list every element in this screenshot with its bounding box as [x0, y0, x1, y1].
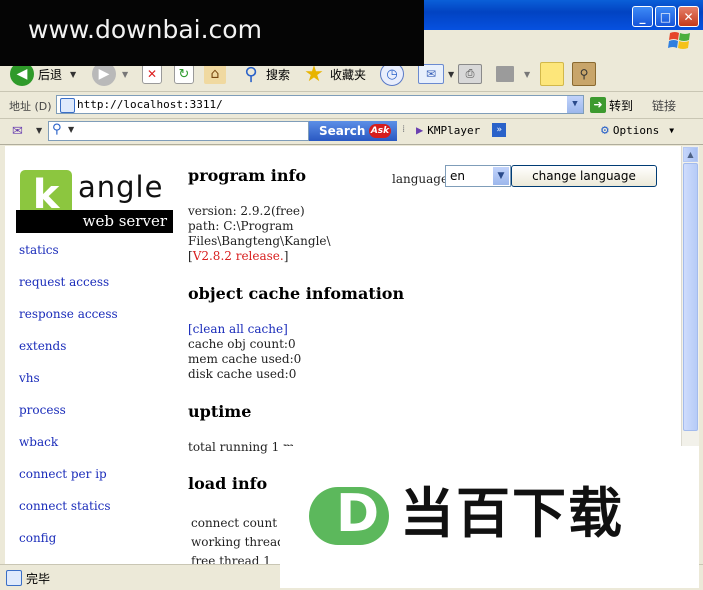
kangle-logo: k angle web server — [16, 166, 173, 233]
research-icon: ⚲ — [572, 62, 596, 86]
mail-dropdown-icon: ▼ — [448, 69, 455, 79]
scroll-up-icon[interactable]: ▲ — [683, 147, 698, 162]
toolbar-separator-icon: ⁞ — [402, 124, 406, 135]
kmplayer-button[interactable]: ▶ KMPlayer » — [416, 123, 507, 137]
printer-icon: ⎙ — [458, 64, 482, 84]
options-dropdown-icon: ▼ — [669, 126, 675, 135]
note-icon — [540, 62, 564, 86]
back-label: 后退 — [38, 67, 63, 82]
nav-response-access[interactable]: response access — [19, 307, 118, 321]
toolbar-messenger-icon[interactable]: ✉ — [12, 124, 23, 139]
toolbar-search-input[interactable]: ⚲ ▼ — [48, 121, 309, 141]
release-bracket-close: ] — [283, 249, 289, 263]
ask-logo-icon: Ask — [369, 124, 391, 138]
refresh-icon: ↻ — [174, 64, 194, 84]
maximize-button[interactable]: □ — [655, 6, 676, 27]
home-icon: ⌂ — [204, 64, 226, 84]
nav-config[interactable]: config — [19, 531, 56, 545]
watermark-logo: D 当百下载 — [280, 446, 699, 588]
links-button[interactable]: 链接 — [652, 97, 676, 114]
close-button[interactable]: ✕ — [678, 6, 699, 27]
minimize-button[interactable]: _ — [632, 6, 653, 27]
logo-wordmark: angle — [78, 170, 164, 204]
search-toolbar: ✉ ▼ ⚲ ▼ Search Ask ⁞ ▶ KMPlayer » ⚙ Opti… — [0, 119, 703, 145]
nav-connect-statics[interactable]: connect statics — [19, 499, 111, 513]
edit-icon — [496, 66, 514, 82]
kmplayer-icon: ▶ — [416, 123, 424, 137]
gear-icon: ⚙ — [601, 123, 609, 138]
cache-obj-count: cache obj count:0 — [188, 337, 296, 351]
go-label: 转到 — [609, 98, 634, 113]
search-input-dropdown-icon[interactable]: ▼ — [68, 125, 74, 134]
search-input-magnifier-icon: ⚲ — [52, 122, 62, 137]
nav-extends[interactable]: extends — [19, 339, 66, 353]
language-select[interactable]: en ▼ — [445, 165, 511, 187]
back-dropdown-icon: ▼ — [70, 69, 77, 79]
address-url: http://localhost:3311/ — [77, 98, 223, 111]
search-label: 搜索 — [266, 67, 291, 82]
address-bar: 地址 (D) http://localhost:3311/ ▼ ➜ 转到 链接 — [0, 92, 703, 119]
logo-subtitle-bar: web server — [16, 210, 173, 233]
toolbar-dropdown-icon[interactable]: ▼ — [36, 126, 42, 135]
nav-connect-per-ip[interactable]: connect per ip — [19, 467, 107, 481]
go-button[interactable]: ➜ 转到 — [590, 95, 633, 115]
path-text-line2: Files\Bangteng\Kangle\ — [188, 234, 331, 248]
release-link[interactable]: V2.8.2 release. — [193, 249, 284, 263]
release-info: [V2.8.2 release.] — [188, 249, 288, 264]
windows-logo-icon — [668, 32, 690, 49]
options-button[interactable]: ⚙ Options ▼ — [601, 123, 674, 138]
language-selected: en — [450, 169, 465, 183]
status-page-icon — [6, 570, 22, 586]
browser-window: _ □ ✕ www.downbai.com ◀ 后退 ▼ ▶ ▼ ✕ ↻ ⌂ ⚲… — [0, 0, 703, 590]
edit-dropdown-icon: ▼ — [524, 69, 531, 79]
scrollbar-thumb[interactable] — [683, 163, 698, 431]
toolbar-search-button[interactable]: Search Ask — [309, 121, 397, 141]
path-text-line1: path: C:\Program — [188, 219, 294, 233]
stop-icon: ✕ — [142, 64, 162, 84]
search-magnifier-icon: ⚲ — [244, 63, 258, 85]
page-icon — [60, 98, 75, 113]
nav-vhs[interactable]: vhs — [19, 371, 40, 385]
logo-subtitle: web server — [82, 212, 167, 230]
load-row: free thread 1 — [191, 554, 271, 564]
options-label: Options — [612, 124, 660, 137]
nav-process[interactable]: process — [19, 403, 66, 417]
go-arrow-icon: ➜ — [590, 97, 606, 113]
address-label: 地址 (D) — [9, 100, 52, 113]
research-button[interactable]: ⚲ — [572, 61, 596, 87]
notes-button[interactable] — [540, 61, 564, 87]
uptime-text: total running 1 m — [188, 440, 295, 454]
version-text: version: 2.9.2(free) — [188, 204, 305, 218]
caption-buttons: _ □ ✕ — [632, 6, 699, 27]
nav-request-access[interactable]: request access — [19, 275, 109, 289]
favorites-label: 收藏夹 — [330, 67, 367, 82]
toolbar-search-label: Search — [319, 124, 366, 138]
language-dropdown-icon: ▼ — [493, 167, 509, 185]
object-cache-heading: object cache infomation — [188, 284, 405, 303]
edit-button[interactable]: ▼ — [496, 61, 530, 87]
uptime-heading: uptime — [188, 402, 252, 421]
address-dropdown-icon[interactable]: ▼ — [567, 96, 583, 113]
program-info-heading: program info — [188, 166, 307, 185]
print-button[interactable]: ⎙ — [458, 61, 482, 87]
language-label: language: — [392, 172, 453, 186]
watermark-text: 当百下载 — [400, 482, 624, 545]
mem-cache-used: mem cache used:0 — [188, 352, 302, 366]
status-text: 完毕 — [26, 572, 51, 586]
watermark-letter: D — [336, 484, 380, 544]
kmplayer-label: KMPlayer — [427, 123, 481, 137]
chevron-more-icon[interactable]: » — [492, 123, 507, 137]
disk-cache-used: disk cache used:0 — [188, 367, 297, 381]
address-input[interactable]: http://localhost:3311/ ▼ — [56, 95, 584, 114]
change-language-button[interactable]: change language — [511, 165, 657, 187]
mail-icon: ✉ — [418, 64, 444, 84]
load-row: connect count 2 — [191, 516, 289, 530]
clean-all-cache-link[interactable]: [clean all cache] — [188, 322, 288, 337]
load-info-heading: load info — [188, 474, 268, 493]
watermark-banner: www.downbai.com — [0, 0, 424, 66]
nav-statics[interactable]: statics — [19, 243, 59, 257]
forward-dropdown-icon: ▼ — [122, 69, 129, 79]
nav-wback[interactable]: wback — [19, 435, 58, 449]
